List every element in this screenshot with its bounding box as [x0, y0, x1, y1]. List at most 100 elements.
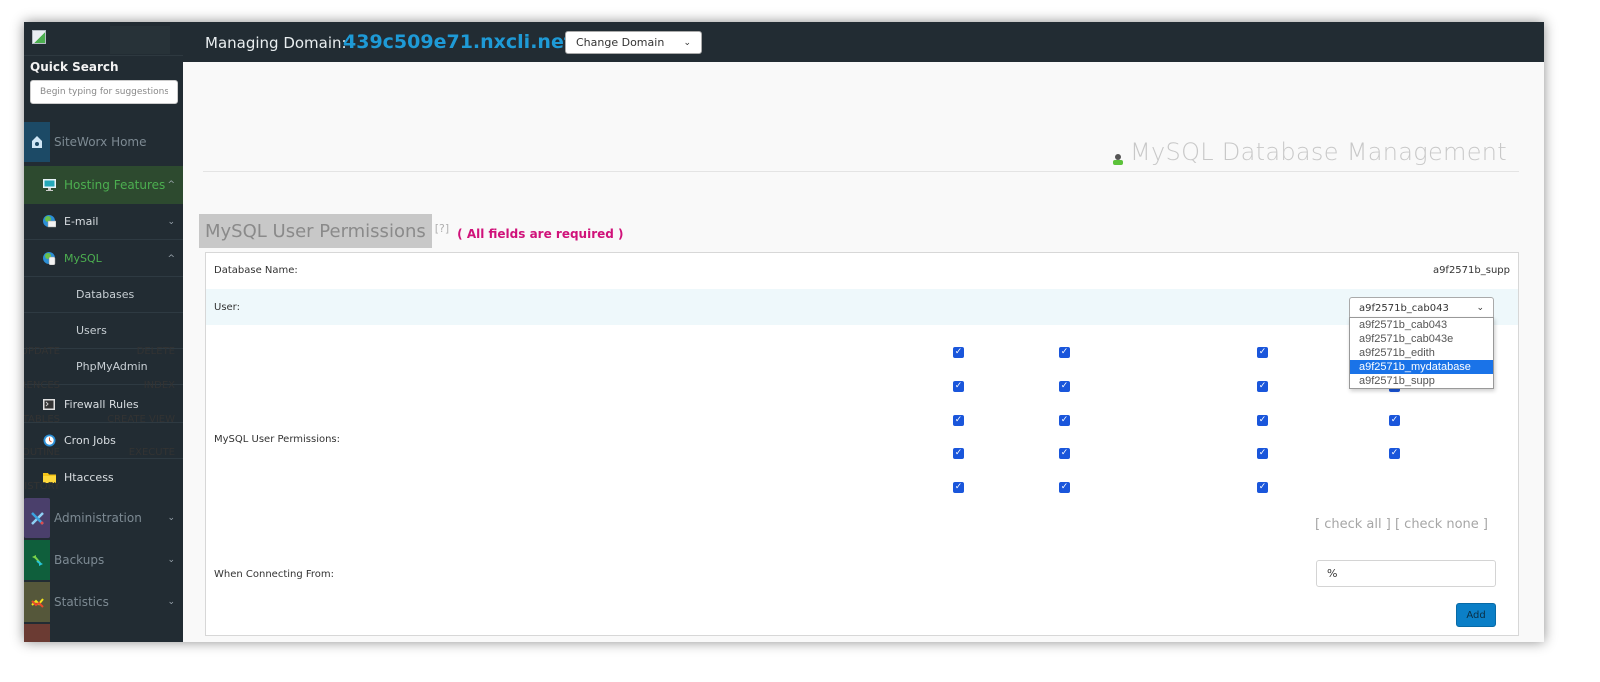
permission-checkbox[interactable]: ✓	[1389, 415, 1400, 426]
permission-checkbox[interactable]: ✓	[953, 381, 964, 392]
sidebar-item-label: Administration	[54, 511, 142, 525]
user-label: User:	[214, 302, 240, 313]
logo[interactable]	[24, 22, 183, 56]
monitor-icon	[42, 178, 56, 192]
database-name-row: Database Name: a9f2571b_supp	[206, 253, 1518, 289]
email-icon	[42, 215, 56, 229]
logo-watermark	[110, 26, 170, 54]
permission-checkbox[interactable]: ✓	[1257, 347, 1268, 358]
chevron-down-icon: ⌄	[167, 216, 175, 227]
user-option[interactable]: a9f2571b_mydatabase	[1350, 360, 1493, 374]
sidebar-item-label: Statistics	[54, 595, 109, 609]
user-row: User: a9f2571b_cab043 ⌄	[206, 289, 1518, 325]
user-select-value: a9f2571b_cab043	[1359, 302, 1449, 314]
help-link[interactable]: [?]	[435, 222, 449, 235]
sidebar-item-label: Htaccess	[64, 470, 114, 484]
permission-checkbox[interactable]: ✓	[1059, 347, 1070, 358]
chevron-down-icon: ⌄	[1476, 303, 1484, 313]
check-none-link[interactable]: [ check none ]	[1395, 517, 1488, 532]
chevron-down-icon: ⌄	[167, 555, 175, 565]
sidebar-item-email[interactable]: E-mail ⌄	[24, 204, 183, 240]
sidebar-item-users[interactable]: Users	[24, 313, 183, 349]
sidebar-item-label: Firewall Rules	[64, 398, 139, 411]
managing-domain-label: Managing Domain:	[205, 34, 347, 52]
sidebar-item-siteworx-home[interactable]: SiteWorx Home	[24, 122, 183, 162]
permission-label: INDEX	[143, 380, 175, 391]
permission-checkbox[interactable]: ✓	[1389, 448, 1400, 459]
sidebar-item-databases[interactable]: Databases	[24, 277, 183, 313]
required-note: ( All fields are required )	[457, 227, 624, 241]
sidebar-item-backups[interactable]: Backups ⌄	[24, 540, 183, 580]
user-option[interactable]: a9f2571b_supp	[1350, 374, 1493, 388]
permission-label: UPDATE	[24, 346, 60, 357]
permission-checkbox[interactable]: ✓	[1059, 448, 1070, 459]
permission-checkbox[interactable]: ✓	[1059, 482, 1070, 493]
add-button[interactable]: Add	[1456, 603, 1496, 627]
top-bar: Managing Domain: 439c509e71.nxcli.net Ch…	[183, 22, 1544, 62]
connecting-from-label: When Connecting From:	[214, 569, 335, 580]
permissions-label: MySQL User Permissions:	[214, 434, 341, 445]
connecting-from-input[interactable]	[1316, 560, 1496, 587]
chevron-up-icon: ^	[167, 253, 175, 264]
sidebar-item-label: Databases	[76, 288, 135, 301]
sidebar: Quick Search SiteWorx Home Hosting Featu…	[24, 22, 183, 642]
main-content: MySQL Database Management MySQL User Per…	[24, 62, 1544, 642]
sidebar-item-label: Users	[76, 324, 107, 337]
user-option[interactable]: a9f2571b_edith	[1350, 346, 1493, 360]
user-dropdown-list: a9f2571b_cab043 a9f2571b_cab043e a9f2571b_…	[1349, 317, 1494, 389]
permission-checkbox[interactable]: ✓	[1257, 415, 1268, 426]
permission-label: CREATE VIEW	[107, 414, 175, 425]
sidebar-item-label: SiteWorx Home	[54, 135, 147, 149]
permission-checkbox[interactable]: ✓	[953, 347, 964, 358]
logo-image-icon	[32, 30, 46, 44]
permission-checkbox[interactable]: ✓	[1059, 415, 1070, 426]
sidebar-item-label: E-mail	[64, 215, 99, 228]
tools-icon	[24, 498, 50, 538]
permission-label: DELETE HISTORY	[24, 481, 60, 492]
change-domain-value: Change Domain	[576, 36, 665, 49]
sidebar-item-administration[interactable]: Administration ⌄	[24, 498, 183, 538]
clock-icon	[42, 434, 56, 448]
chevron-down-icon: ⌄	[167, 513, 175, 523]
permission-checkbox[interactable]: ✓	[1257, 381, 1268, 392]
change-domain-select[interactable]: Change Domain ⌄	[565, 31, 702, 54]
sidebar-item-statistics[interactable]: Statistics ⌄	[24, 582, 183, 622]
database-icon	[42, 252, 56, 266]
user-icon	[1112, 150, 1124, 165]
chevron-down-icon: ⌄	[683, 37, 691, 48]
permission-checkbox[interactable]: ✓	[953, 482, 964, 493]
permission-label: REFERENCES	[24, 380, 60, 391]
page-title-bar: MySQL Database Management	[203, 132, 1519, 172]
check-all-link[interactable]: [ check all ]	[1315, 517, 1391, 532]
page-title: MySQL Database Management	[1130, 137, 1507, 166]
check-links: [ check all ] [ check none ]	[1315, 517, 1488, 532]
permission-checkbox[interactable]: ✓	[953, 448, 964, 459]
user-option[interactable]: a9f2571b_cab043	[1350, 318, 1493, 332]
quick-search-input[interactable]	[30, 80, 178, 104]
chevron-up-icon: ^	[167, 180, 175, 190]
permission-label: ALTER ROUTINE	[24, 447, 60, 458]
sidebar-item-label: MySQL	[64, 252, 102, 265]
quick-search-label: Quick Search	[30, 60, 119, 74]
sidebar-item-hosting-features[interactable]: Hosting Features ^	[24, 166, 183, 204]
sidebar-item-mysql[interactable]: MySQL ^	[24, 241, 183, 277]
terminal-icon	[42, 398, 56, 412]
permission-checkbox[interactable]: ✓	[1257, 448, 1268, 459]
chart-icon	[24, 582, 50, 622]
permission-label: DELETE	[136, 346, 175, 357]
permission-checkbox[interactable]: ✓	[1059, 381, 1070, 392]
database-name-value: a9f2571b_supp	[1432, 265, 1510, 276]
section-header: MySQL User Permissions [?] ( All fields …	[199, 214, 624, 248]
permissions-form: Database Name: a9f2571b_supp User: a9f25…	[24, 252, 1519, 636]
sidebar-item-label: Cron Jobs	[64, 434, 116, 447]
user-option[interactable]: a9f2571b_cab043e	[1350, 332, 1493, 346]
permission-checkbox[interactable]: ✓	[953, 415, 964, 426]
sidebar-item-label: Backups	[54, 553, 105, 567]
app-window: Quick Search SiteWorx Home Hosting Featu…	[24, 22, 1544, 642]
permission-label: LOCK TABLES	[24, 414, 60, 425]
user-select[interactable]: a9f2571b_cab043 ⌄	[1349, 297, 1494, 319]
sidebar-item-label: Hosting Features	[64, 178, 166, 192]
current-domain: 439c509e71.nxcli.net	[343, 31, 573, 53]
permission-checkbox[interactable]: ✓	[1257, 482, 1268, 493]
sidebar-item-more[interactable]	[24, 624, 183, 642]
